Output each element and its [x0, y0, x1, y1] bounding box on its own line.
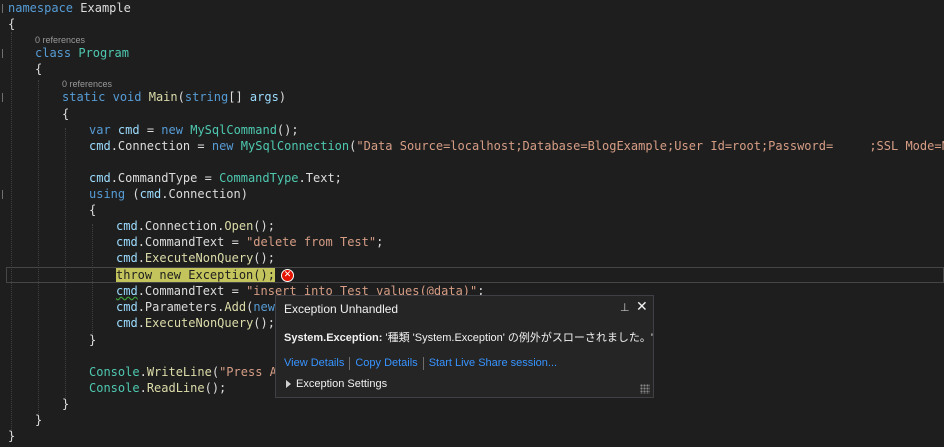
code-line: Console.ReadLine();	[89, 381, 227, 395]
view-details-link[interactable]: View Details	[284, 357, 344, 369]
code-line: cmd.CommandText = "delete from Test";	[116, 235, 384, 249]
code-line: }	[62, 397, 70, 411]
close-icon[interactable]: ✕	[636, 299, 650, 315]
code-line: namespace Example	[8, 1, 131, 15]
code-line: {	[35, 62, 43, 76]
error-icon[interactable]: ✕	[281, 269, 294, 282]
link-separator	[422, 356, 424, 370]
exception-settings-toggle[interactable]: Exception Settings	[286, 377, 387, 391]
exception-links: View Details Copy Details Start Live Share…	[284, 356, 557, 370]
code-line: }	[8, 429, 16, 443]
outline-collapse-marker[interactable]	[0, 45, 6, 61]
code-line: var cmd = new MySqlCommand();	[89, 123, 299, 137]
outline-collapse-marker[interactable]	[0, 186, 6, 202]
exception-helper-popup: Exception Unhandled ⊥ ✕ System.Exception…	[275, 295, 654, 398]
indent-guide	[11, 32, 12, 430]
code-line: cmd.ExecuteNonQuery();	[116, 251, 275, 265]
code-line: }	[89, 333, 97, 347]
exception-type: System.Exception:	[284, 332, 383, 344]
outline-collapse-marker[interactable]	[0, 0, 6, 16]
code-line: {	[89, 203, 97, 217]
code-line: Console.WriteLine("Press An	[89, 365, 285, 379]
code-line: cmd.Parameters.Add(new	[116, 300, 275, 314]
exception-message: System.Exception: '種類 'System.Exception'…	[284, 331, 653, 345]
popup-title: Exception Unhandled	[284, 302, 399, 316]
code-editor[interactable]: namespace Example { 0 references class P…	[0, 0, 944, 447]
exception-message-text: '種類 'System.Exception' の例外がスローされました。'	[382, 332, 654, 344]
resize-grip-icon[interactable]	[640, 384, 650, 394]
indent-guide	[65, 128, 66, 398]
code-line: cmd.ExecuteNonQuery();	[116, 316, 275, 330]
code-line: cmd.Connection.Open();	[116, 219, 275, 233]
code-line-current-statement: throw new Exception();	[116, 267, 275, 283]
copy-details-link[interactable]: Copy Details	[355, 357, 417, 369]
exception-settings-label: Exception Settings	[296, 378, 388, 390]
code-line: cmd.CommandType = CommandType.Text;	[89, 171, 342, 185]
current-statement-highlight: throw new Exception();	[116, 268, 275, 282]
indent-guide	[38, 80, 39, 414]
code-line: using (cmd.Connection)	[89, 187, 248, 201]
expand-triangle-icon	[286, 380, 291, 389]
code-line: class Program	[35, 46, 129, 60]
code-line: }	[35, 413, 43, 427]
code-line: {	[62, 107, 70, 121]
live-share-link[interactable]: Start Live Share session...	[429, 357, 557, 369]
code-line: {	[8, 17, 16, 31]
code-line: static void Main(string[] args)	[62, 90, 287, 104]
link-separator	[349, 356, 351, 370]
code-line: cmd.Connection = new MySqlConnection("Da…	[89, 139, 944, 153]
pin-icon[interactable]: ⊥	[620, 301, 630, 315]
outline-collapse-marker[interactable]	[0, 89, 6, 105]
